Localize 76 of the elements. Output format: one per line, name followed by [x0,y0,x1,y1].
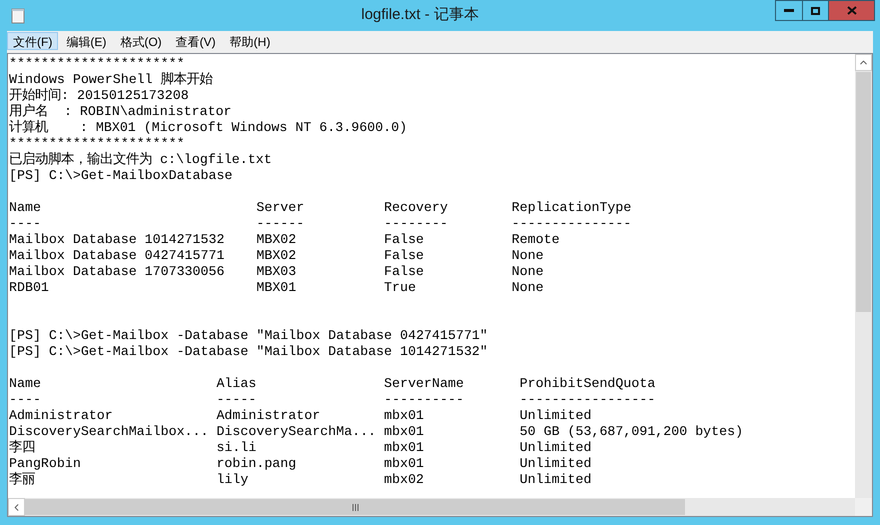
header-rule: ---------- [384,392,464,407]
table-cell: 50 GB (53,687,091,200 bytes) [520,424,744,439]
table-cell: RDB01 [9,280,49,295]
table-cell: None [512,280,544,295]
notepad-icon [11,8,25,24]
column-header: Name [9,376,41,391]
table-cell: None [512,264,544,279]
table-cell: DiscoverySearchMa... [216,424,376,439]
header-rule: ----- [216,392,256,407]
column-header: ReplicationType [512,200,632,215]
column-header: Name [9,200,41,215]
close-button[interactable] [829,0,875,21]
table-cell: Administrator [216,408,320,423]
text-line: Windows PowerShell 脚本开始 [9,72,213,88]
table-cell: MBX01 [256,280,296,295]
table-cell: Unlimited [520,440,592,455]
minimize-icon [784,9,794,12]
menu-item[interactable]: 编辑(E) [60,32,112,50]
header-rule: ------ [256,216,304,231]
table-cell: mbx01 [384,424,424,439]
table-cell: Mailbox Database 1707330056 [9,264,224,279]
grip-icon [352,504,358,510]
table-cell: Mailbox Database 1014271532 [9,232,224,247]
close-icon [846,6,856,15]
table-cell: MBX03 [256,264,296,279]
table-cell: 李四 [9,440,35,455]
text-line: 计算机 : MBX01 (Microsoft Windows NT 6.3.9600.0) [9,120,408,136]
menu-item[interactable]: 帮助(H) [224,32,276,50]
table-cell: si.li [216,440,256,455]
window-title: logfile.txt - 记事本 [361,5,479,26]
menu-item[interactable]: 查看(V) [170,32,222,50]
table-cell: PangRobin [9,456,81,471]
header-rule: -------- [384,216,448,231]
text-line: 已启动脚本，输出文件为 c:\logfile.txt [9,152,272,168]
table-cell: DiscoverySearchMailbox... [9,424,208,439]
text-line: ********************** [9,136,185,152]
table-cell: Administrator [9,408,113,423]
header-rule: --------------- [512,216,632,231]
header-rule: ---- [9,216,41,231]
header-rule: ---- [9,392,41,407]
text-line: [PS] C:\>Get-MailboxDatabase [9,168,232,184]
table-cell: MBX02 [256,232,296,247]
header-rule: ----------------- [520,392,656,407]
table-cell: Unlimited [520,408,592,423]
table-cell: mbx01 [384,456,424,471]
table-cell: mbx01 [384,408,424,423]
table-cell: mbx01 [384,440,424,455]
table-cell: 李丽 [9,472,35,487]
column-header: Recovery [384,200,448,215]
text-line: [PS] C:\>Get-Mailbox -Database ″Mailbox Database 1014271532″ [9,344,488,360]
column-header: ProhibitSendQuota [520,376,656,391]
text-line: [PS] C:\>Get-Mailbox -Database ″Mailbox Database 0427415771″ [9,328,488,344]
column-header: Alias [216,376,256,391]
table-cell: MBX02 [256,248,296,263]
text-line: ********************** [9,56,185,72]
maximize-icon [811,6,820,14]
minimize-button[interactable] [775,0,803,21]
vertical-scrollbar[interactable] [855,54,872,498]
column-header: ServerName [384,376,464,391]
table-cell: None [512,248,544,263]
table-cell: False [384,264,424,279]
table-cell: Unlimited [520,456,592,471]
table-cell: False [384,248,424,263]
table-cell: robin.pang [216,456,296,471]
text-line: 用户名 : ROBIN\administrator [9,104,232,120]
table-cell: Unlimited [520,472,592,487]
table-cell: Remote [512,232,560,247]
table-cell: mbx02 [384,472,424,487]
text-line: 开始时间: 20150125173208 [9,88,189,104]
table-cell: Mailbox Database 0427415771 [9,248,224,263]
menu-item[interactable]: 格式(O) [114,32,168,50]
table-cell: True [384,280,416,295]
menu-item[interactable]: 文件(F) [7,32,58,50]
column-header: Server [256,200,304,215]
table-cell: False [384,232,424,247]
table-cell: lily [216,472,248,487]
